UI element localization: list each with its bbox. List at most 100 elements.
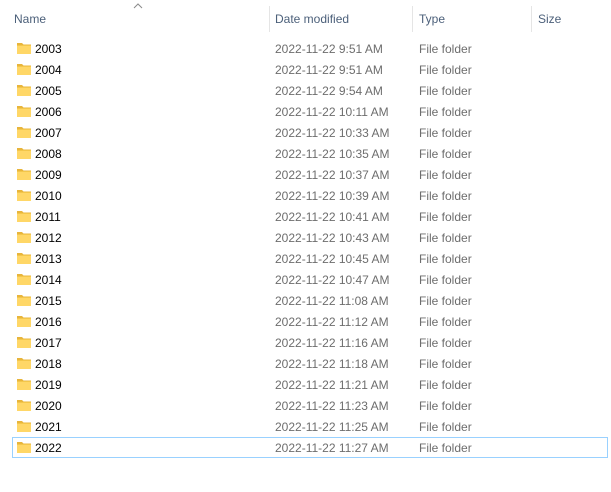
table-row[interactable]: 2017 2022-11-22 11:16 AM File folder <box>12 332 608 353</box>
table-row[interactable]: 2011 2022-11-22 10:41 AM File folder <box>12 206 608 227</box>
table-row[interactable]: 2005 2022-11-22 9:54 AM File folder <box>12 80 608 101</box>
table-row[interactable]: 2009 2022-11-22 10:37 AM File folder <box>12 164 608 185</box>
table-row[interactable]: 2006 2022-11-22 10:11 AM File folder <box>12 101 608 122</box>
folder-icon <box>17 169 31 180</box>
date-modified-cell: 2022-11-22 10:43 AM <box>275 231 390 245</box>
folder-icon <box>17 232 31 243</box>
type-cell: File folder <box>419 378 472 392</box>
date-modified-cell: 2022-11-22 10:37 AM <box>275 168 390 182</box>
table-row[interactable]: 2016 2022-11-22 11:12 AM File folder <box>12 311 608 332</box>
table-row[interactable]: 2013 2022-11-22 10:45 AM File folder <box>12 248 608 269</box>
date-modified-cell: 2022-11-22 11:18 AM <box>275 357 389 371</box>
date-modified-cell: 2022-11-22 11:21 AM <box>275 378 389 392</box>
table-row[interactable]: 2014 2022-11-22 10:47 AM File folder <box>12 269 608 290</box>
type-cell: File folder <box>419 336 472 350</box>
file-list-view: Name Date modified Type Size 2003 2022-11… <box>0 0 611 492</box>
date-modified-cell: 2022-11-22 11:23 AM <box>275 399 389 413</box>
table-row[interactable]: 2022 2022-11-22 11:27 AM File folder <box>12 437 608 458</box>
folder-name: 2009 <box>35 168 62 182</box>
folder-name: 2010 <box>35 189 62 203</box>
type-cell: File folder <box>419 168 472 182</box>
date-modified-cell: 2022-11-22 10:47 AM <box>275 273 390 287</box>
date-modified-cell: 2022-11-22 9:51 AM <box>275 63 383 77</box>
folder-icon <box>17 442 31 453</box>
folder-name: 2016 <box>35 315 62 329</box>
date-modified-cell: 2022-11-22 10:35 AM <box>275 147 390 161</box>
table-row[interactable]: 2007 2022-11-22 10:33 AM File folder <box>12 122 608 143</box>
type-cell: File folder <box>419 189 472 203</box>
date-modified-cell: 2022-11-22 11:25 AM <box>275 420 389 434</box>
folder-icon <box>17 316 31 327</box>
type-cell: File folder <box>419 147 472 161</box>
folder-icon <box>17 190 31 201</box>
folder-icon <box>17 127 31 138</box>
folder-name: 2014 <box>35 273 62 287</box>
date-modified-cell: 2022-11-22 10:11 AM <box>275 105 389 119</box>
folder-icon <box>17 106 31 117</box>
date-modified-cell: 2022-11-22 11:27 AM <box>275 441 389 455</box>
folder-name: 2020 <box>35 399 62 413</box>
folder-name: 2005 <box>35 84 62 98</box>
folder-icon <box>17 337 31 348</box>
table-row[interactable]: 2021 2022-11-22 11:25 AM File folder <box>12 416 608 437</box>
folder-name: 2013 <box>35 252 62 266</box>
type-cell: File folder <box>419 252 472 266</box>
table-row[interactable]: 2010 2022-11-22 10:39 AM File folder <box>12 185 608 206</box>
folder-icon <box>17 295 31 306</box>
type-cell: File folder <box>419 357 472 371</box>
folder-name: 2015 <box>35 294 62 308</box>
type-cell: File folder <box>419 294 472 308</box>
folder-name: 2011 <box>35 210 61 224</box>
folder-name: 2003 <box>35 42 62 56</box>
type-cell: File folder <box>419 231 472 245</box>
table-row[interactable]: 2020 2022-11-22 11:23 AM File folder <box>12 395 608 416</box>
type-cell: File folder <box>419 84 472 98</box>
column-header-bar: Name Date modified Type Size <box>0 0 611 36</box>
folder-icon <box>17 211 31 222</box>
folder-name: 2006 <box>35 105 62 119</box>
table-row[interactable]: 2018 2022-11-22 11:18 AM File folder <box>12 353 608 374</box>
date-modified-cell: 2022-11-22 10:41 AM <box>275 210 390 224</box>
table-row[interactable]: 2004 2022-11-22 9:51 AM File folder <box>12 59 608 80</box>
date-modified-cell: 2022-11-22 9:51 AM <box>275 42 383 56</box>
table-row[interactable]: 2015 2022-11-22 11:08 AM File folder <box>12 290 608 311</box>
folder-icon <box>17 379 31 390</box>
date-modified-cell: 2022-11-22 10:33 AM <box>275 126 390 140</box>
folder-icon <box>17 400 31 411</box>
folder-name: 2017 <box>35 336 62 350</box>
date-modified-cell: 2022-11-22 11:12 AM <box>275 315 389 329</box>
type-cell: File folder <box>419 315 472 329</box>
folder-icon <box>17 64 31 75</box>
type-cell: File folder <box>419 210 472 224</box>
folder-icon <box>17 253 31 264</box>
column-header-type[interactable]: Type <box>413 0 532 36</box>
date-modified-cell: 2022-11-22 11:16 AM <box>275 336 389 350</box>
folder-name: 2008 <box>35 147 62 161</box>
column-header-date-modified[interactable]: Date modified <box>269 0 413 36</box>
type-cell: File folder <box>419 273 472 287</box>
table-row[interactable]: 2008 2022-11-22 10:35 AM File folder <box>12 143 608 164</box>
table-row[interactable]: 2003 2022-11-22 9:51 AM File folder <box>12 38 608 59</box>
folder-icon <box>17 85 31 96</box>
type-cell: File folder <box>419 420 472 434</box>
table-row[interactable]: 2019 2022-11-22 11:21 AM File folder <box>12 374 608 395</box>
type-cell: File folder <box>419 126 472 140</box>
type-cell: File folder <box>419 105 472 119</box>
folder-icon <box>17 358 31 369</box>
date-modified-cell: 2022-11-22 10:39 AM <box>275 189 390 203</box>
folder-name: 2004 <box>35 63 62 77</box>
column-header-size[interactable]: Size <box>532 0 611 36</box>
folder-icon <box>17 274 31 285</box>
folder-name: 2007 <box>35 126 62 140</box>
folder-name: 2018 <box>35 357 62 371</box>
folder-name: 2021 <box>35 420 62 434</box>
folder-name: 2012 <box>35 231 62 245</box>
type-cell: File folder <box>419 441 472 455</box>
type-cell: File folder <box>419 63 472 77</box>
date-modified-cell: 2022-11-22 10:45 AM <box>275 252 390 266</box>
table-row[interactable]: 2012 2022-11-22 10:43 AM File folder <box>12 227 608 248</box>
folder-name: 2019 <box>35 378 62 392</box>
date-modified-cell: 2022-11-22 9:54 AM <box>275 84 383 98</box>
folder-icon <box>17 148 31 159</box>
folder-name: 2022 <box>35 441 62 455</box>
